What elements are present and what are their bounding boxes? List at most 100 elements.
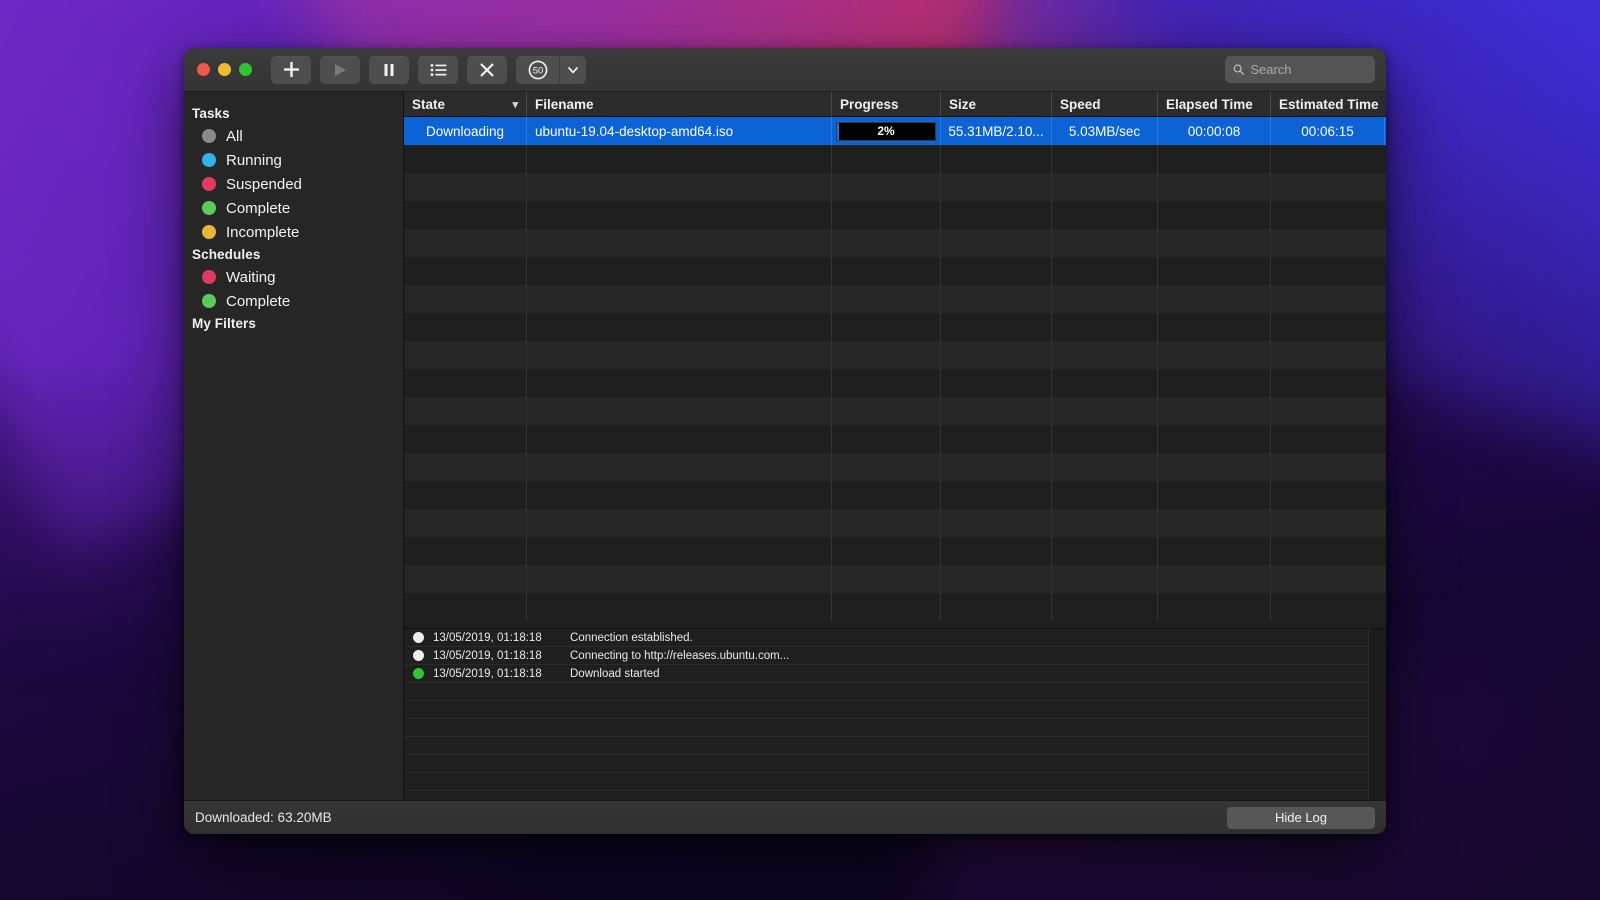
add-task-button[interactable] bbox=[271, 56, 311, 84]
table-empty-cell bbox=[1271, 537, 1385, 565]
table-row[interactable]: Downloading ubuntu-19.04-desktop-amd64.i… bbox=[404, 117, 1386, 145]
sidebar-item-all[interactable]: All bbox=[184, 124, 403, 148]
table-empty-cell bbox=[1271, 565, 1385, 593]
table-empty-cell bbox=[1158, 425, 1271, 453]
table-empty-row[interactable] bbox=[404, 453, 1386, 481]
log-message: Connecting to http://releases.ubuntu.com… bbox=[570, 650, 789, 662]
speed-limit-dropdown-button[interactable] bbox=[560, 56, 586, 84]
sidebar-item-label: All bbox=[226, 128, 243, 145]
table-empty-cell bbox=[941, 509, 1052, 537]
table-empty-cell bbox=[832, 313, 941, 341]
table-empty-cell bbox=[404, 481, 527, 509]
sidebar-item-label: Running bbox=[226, 152, 282, 169]
log-list: 13/05/2019, 01:18:18 Connection establis… bbox=[404, 629, 1368, 800]
search-input[interactable] bbox=[1250, 62, 1367, 77]
sidebar-item-schedules-complete[interactable]: Complete bbox=[184, 289, 403, 313]
column-header-elapsed-time[interactable]: Elapsed Time bbox=[1158, 92, 1271, 116]
table-empty-row[interactable] bbox=[404, 173, 1386, 201]
column-header-label: State bbox=[412, 97, 445, 112]
log-empty-row[interactable] bbox=[404, 755, 1368, 773]
minimize-window-button[interactable] bbox=[218, 63, 231, 76]
status-dot-waiting bbox=[202, 270, 216, 284]
chevron-down-icon: ▾ bbox=[512, 98, 518, 111]
log-message: Connection established. bbox=[570, 632, 693, 644]
close-window-button[interactable] bbox=[197, 63, 210, 76]
table-empty-cell bbox=[1158, 593, 1271, 621]
status-dot-suspended bbox=[202, 177, 216, 191]
table-empty-row[interactable] bbox=[404, 593, 1386, 621]
sidebar-item-label: Suspended bbox=[226, 176, 302, 193]
log-timestamp: 13/05/2019, 01:18:18 bbox=[433, 650, 570, 662]
log-scrollbar[interactable] bbox=[1368, 629, 1386, 800]
sidebar-item-complete[interactable]: Complete bbox=[184, 196, 403, 220]
log-entry[interactable]: 13/05/2019, 01:18:18 Download started bbox=[404, 665, 1368, 683]
table-empty-row[interactable] bbox=[404, 257, 1386, 285]
table-empty-row[interactable] bbox=[404, 509, 1386, 537]
sidebar-item-waiting[interactable]: Waiting bbox=[184, 265, 403, 289]
table-empty-row[interactable] bbox=[404, 201, 1386, 229]
table-header-row: State ▾ Filename Progress Size Speed bbox=[404, 92, 1386, 117]
log-empty-row[interactable] bbox=[404, 773, 1368, 791]
sidebar-item-suspended[interactable]: Suspended bbox=[184, 172, 403, 196]
column-header-state[interactable]: State ▾ bbox=[404, 92, 527, 116]
column-header-speed[interactable]: Speed bbox=[1052, 92, 1158, 116]
table-empty-cell bbox=[941, 537, 1052, 565]
table-empty-cell bbox=[832, 509, 941, 537]
cell-elapsed-time: 00:00:08 bbox=[1158, 117, 1271, 145]
table-empty-cell bbox=[1052, 313, 1158, 341]
table-empty-cell bbox=[1271, 173, 1385, 201]
column-header-label: Size bbox=[949, 97, 976, 112]
table-empty-cell bbox=[1052, 509, 1158, 537]
table-empty-cell bbox=[1052, 257, 1158, 285]
pause-task-button[interactable] bbox=[369, 56, 409, 84]
table-empty-cell bbox=[527, 173, 832, 201]
zoom-window-button[interactable] bbox=[239, 63, 252, 76]
table-empty-row[interactable] bbox=[404, 145, 1386, 173]
table-empty-cell bbox=[1052, 537, 1158, 565]
table-empty-cell bbox=[832, 341, 941, 369]
table-empty-row[interactable] bbox=[404, 397, 1386, 425]
task-table: State ▾ Filename Progress Size Speed bbox=[404, 92, 1386, 628]
table-empty-cell bbox=[941, 565, 1052, 593]
log-empty-row[interactable] bbox=[404, 683, 1368, 701]
table-empty-row[interactable] bbox=[404, 565, 1386, 593]
table-empty-cell bbox=[1052, 453, 1158, 481]
table-empty-row[interactable] bbox=[404, 369, 1386, 397]
table-empty-row[interactable] bbox=[404, 229, 1386, 257]
download-manager-window: 50 Tasks All bbox=[184, 48, 1386, 834]
log-entry[interactable]: 13/05/2019, 01:18:18 Connecting to http:… bbox=[404, 647, 1368, 665]
table-empty-row[interactable] bbox=[404, 425, 1386, 453]
search-field[interactable] bbox=[1225, 56, 1375, 83]
table-empty-cell bbox=[832, 229, 941, 257]
table-empty-row[interactable] bbox=[404, 341, 1386, 369]
hide-log-button[interactable]: Hide Log bbox=[1227, 807, 1375, 829]
log-status-dot bbox=[413, 668, 424, 679]
column-header-estimated-time[interactable]: Estimated Time bbox=[1271, 92, 1385, 116]
column-header-filename[interactable]: Filename bbox=[527, 92, 832, 116]
table-empty-cell bbox=[404, 145, 527, 173]
speed-limit-control: 50 bbox=[516, 56, 586, 84]
sidebar-item-label: Waiting bbox=[226, 269, 275, 286]
table-empty-cell bbox=[527, 425, 832, 453]
task-list-button[interactable] bbox=[418, 56, 458, 84]
log-entry[interactable]: 13/05/2019, 01:18:18 Connection establis… bbox=[404, 629, 1368, 647]
stop-task-button[interactable] bbox=[467, 56, 507, 84]
log-empty-row[interactable] bbox=[404, 737, 1368, 755]
log-empty-row[interactable] bbox=[404, 719, 1368, 737]
table-empty-cell bbox=[1271, 397, 1385, 425]
table-empty-cell bbox=[1158, 313, 1271, 341]
column-header-progress[interactable]: Progress bbox=[832, 92, 941, 116]
start-task-button[interactable] bbox=[320, 56, 360, 84]
log-empty-row[interactable] bbox=[404, 701, 1368, 719]
table-empty-row[interactable] bbox=[404, 537, 1386, 565]
table-empty-cell bbox=[1271, 593, 1385, 621]
sidebar-item-running[interactable]: Running bbox=[184, 148, 403, 172]
table-empty-row[interactable] bbox=[404, 285, 1386, 313]
pause-icon bbox=[381, 62, 397, 78]
speed-limit-button[interactable]: 50 bbox=[516, 56, 560, 84]
table-empty-row[interactable] bbox=[404, 313, 1386, 341]
table-empty-cell bbox=[1271, 369, 1385, 397]
sidebar-item-incomplete[interactable]: Incomplete bbox=[184, 220, 403, 244]
column-header-size[interactable]: Size bbox=[941, 92, 1052, 116]
table-empty-row[interactable] bbox=[404, 481, 1386, 509]
